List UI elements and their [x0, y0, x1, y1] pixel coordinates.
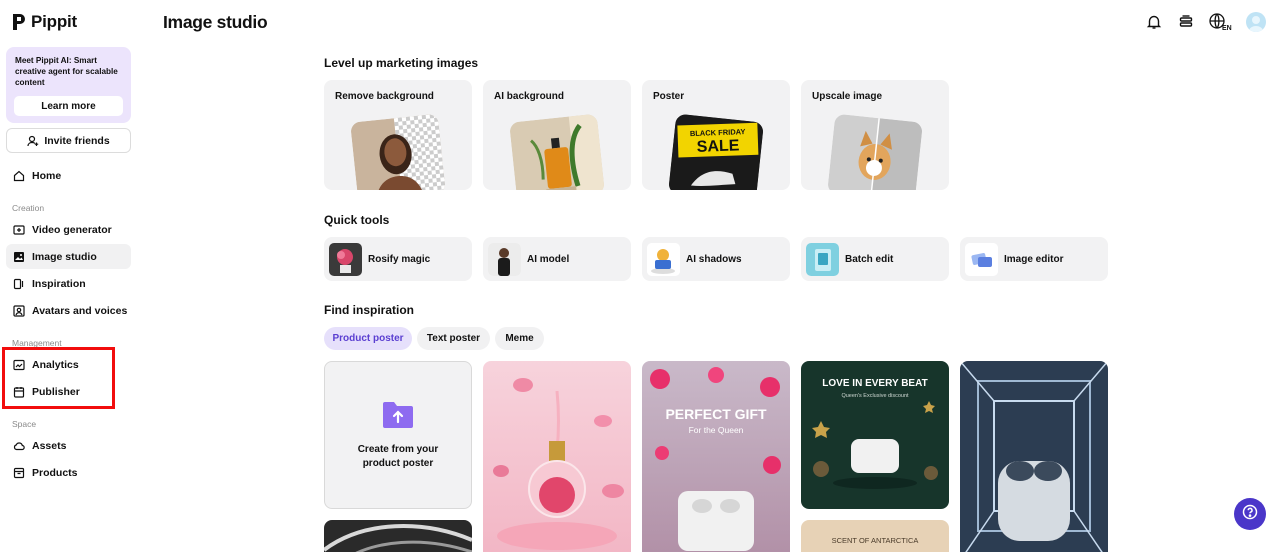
- stack-icon[interactable]: [1176, 12, 1196, 32]
- image-editor-tool[interactable]: Image editor: [960, 237, 1108, 281]
- highlight-annotation-box: [2, 347, 115, 409]
- sidebar-item-image-studio[interactable]: Image studio: [6, 244, 131, 269]
- inspiration-heading: Find inspiration: [324, 303, 414, 317]
- upscale-image-card[interactable]: Upscale image: [801, 80, 949, 190]
- poster-art-line2: SALE: [696, 137, 740, 155]
- sidebar-item-avatars-voices[interactable]: Avatars and voices: [6, 298, 131, 323]
- ai-background-card[interactable]: AI background: [483, 80, 631, 190]
- upscale-thumbnail: [827, 113, 923, 190]
- app-root: Pippit Meet Pippit AI: Smart creative ag…: [0, 0, 1280, 552]
- batch-edit-thumbnail: [806, 242, 839, 276]
- promo-banner: Meet Pippit AI: Smart creative agent for…: [6, 47, 131, 123]
- logo[interactable]: Pippit: [12, 12, 77, 32]
- image-icon: [13, 251, 25, 263]
- ai-shadows-tool[interactable]: AI shadows: [642, 237, 790, 281]
- user-avatar[interactable]: [1246, 12, 1266, 32]
- promo-text: Meet Pippit AI: Smart creative agent for…: [15, 56, 118, 87]
- remove-background-thumbnail: [350, 113, 446, 190]
- inspiration-poster-scent[interactable]: SCENT OF ANTARCTICA: [801, 520, 949, 552]
- ai-model-tool[interactable]: AI model: [483, 237, 631, 281]
- bell-icon[interactable]: [1144, 12, 1164, 32]
- card-label: Remove background: [335, 91, 434, 102]
- inspiration-icon: [13, 278, 25, 290]
- inspiration-poster-perfume-roses[interactable]: [483, 361, 631, 552]
- rosify-thumbnail: [329, 242, 362, 276]
- sidebar: Pippit Meet Pippit AI: Smart creative ag…: [0, 0, 140, 552]
- tab-product-poster[interactable]: Product poster: [324, 327, 412, 350]
- app-name: Pippit: [31, 12, 78, 31]
- create-card-text: Create from your product poster: [358, 443, 439, 471]
- help-icon: [1242, 504, 1258, 525]
- poster-gift-title: PERFECT GIFT: [665, 406, 767, 422]
- image-editor-thumbnail: [965, 242, 998, 276]
- inspiration-poster-love-beat[interactable]: LOVE IN EVERY BEAT Queen's Exclusive dis…: [801, 361, 949, 509]
- add-user-icon: [27, 135, 39, 147]
- poster-love-subtitle: Queen's Exclusive discount: [841, 393, 909, 399]
- batch-edit-tool[interactable]: Batch edit: [801, 237, 949, 281]
- ai-background-thumbnail: [509, 113, 605, 190]
- inspiration-poster-perfect-gift[interactable]: PERFECT GIFT For the Queen: [642, 361, 790, 552]
- space-section-label: Space: [12, 419, 37, 429]
- language-globe-icon[interactable]: EN: [1208, 12, 1234, 32]
- cloud-icon: [13, 440, 25, 452]
- learn-more-button[interactable]: Learn more: [14, 96, 123, 116]
- invite-friends-button[interactable]: Invite friends: [6, 128, 131, 153]
- poster-scent-title: SCENT OF ANTARCTICA: [832, 536, 919, 545]
- inspiration-poster-earbuds-tunnel[interactable]: [960, 361, 1108, 552]
- sidebar-item-inspiration[interactable]: Inspiration: [6, 271, 131, 296]
- tab-meme[interactable]: Meme: [495, 327, 544, 350]
- poster-card[interactable]: Poster BLACK FRIDAY SALE: [642, 80, 790, 190]
- sidebar-item-products[interactable]: Products: [6, 460, 131, 485]
- sidebar-item-home[interactable]: Home: [6, 163, 131, 188]
- sidebar-item-label: Products: [32, 466, 78, 479]
- pippit-logo-icon: [12, 13, 26, 31]
- sidebar-item-assets[interactable]: Assets: [6, 433, 131, 458]
- tool-label: Batch edit: [845, 253, 894, 265]
- sidebar-item-label: Avatars and voices: [32, 304, 128, 317]
- tool-label: Image editor: [1004, 253, 1064, 265]
- ai-shadows-thumbnail: [647, 242, 680, 276]
- sidebar-item-video-generator[interactable]: Video generator: [6, 217, 131, 242]
- card-label: AI background: [494, 91, 565, 102]
- sidebar-item-label: Assets: [32, 439, 67, 452]
- product-box-icon: [13, 467, 25, 479]
- sidebar-item-label: Inspiration: [32, 277, 86, 290]
- card-label: Upscale image: [812, 91, 883, 102]
- poster-gift-subtitle: For the Queen: [689, 425, 744, 435]
- remove-background-card[interactable]: Remove background: [324, 80, 472, 190]
- tab-text-poster[interactable]: Text poster: [417, 327, 490, 350]
- sidebar-item-label: Video generator: [32, 223, 112, 236]
- card-label: Poster: [653, 91, 685, 102]
- quick-tools-heading: Quick tools: [324, 213, 390, 227]
- creation-section-label: Creation: [12, 203, 45, 213]
- home-icon: [13, 170, 25, 182]
- help-button[interactable]: [1234, 498, 1266, 530]
- tool-label: AI shadows: [686, 253, 742, 265]
- inspiration-poster-building[interactable]: [324, 520, 472, 552]
- sidebar-item-label: Image studio: [32, 250, 97, 263]
- poster-love-title: LOVE IN EVERY BEAT: [822, 378, 927, 389]
- tool-label: Rosify magic: [368, 253, 431, 265]
- top-toolbar: EN: [1144, 12, 1266, 32]
- create-from-product-poster-card[interactable]: Create from your product poster: [324, 361, 472, 509]
- create-card-line2: product poster: [362, 457, 434, 469]
- sidebar-item-label: Home: [32, 169, 62, 182]
- ai-model-thumbnail: [488, 242, 521, 276]
- marketing-heading: Level up marketing images: [324, 56, 479, 70]
- tool-label: AI model: [527, 253, 570, 265]
- create-card-line1: Create from your: [357, 443, 439, 455]
- page-title: Image studio: [163, 12, 268, 32]
- poster-thumbnail: BLACK FRIDAY SALE: [668, 113, 764, 190]
- folder-upload-icon: [381, 400, 415, 435]
- avatar-voice-icon: [13, 304, 25, 317]
- language-code: EN: [1222, 25, 1232, 32]
- rosify-magic-tool[interactable]: Rosify magic: [324, 237, 472, 281]
- video-plus-icon: [13, 224, 25, 236]
- invite-friends-label: Invite friends: [44, 134, 110, 147]
